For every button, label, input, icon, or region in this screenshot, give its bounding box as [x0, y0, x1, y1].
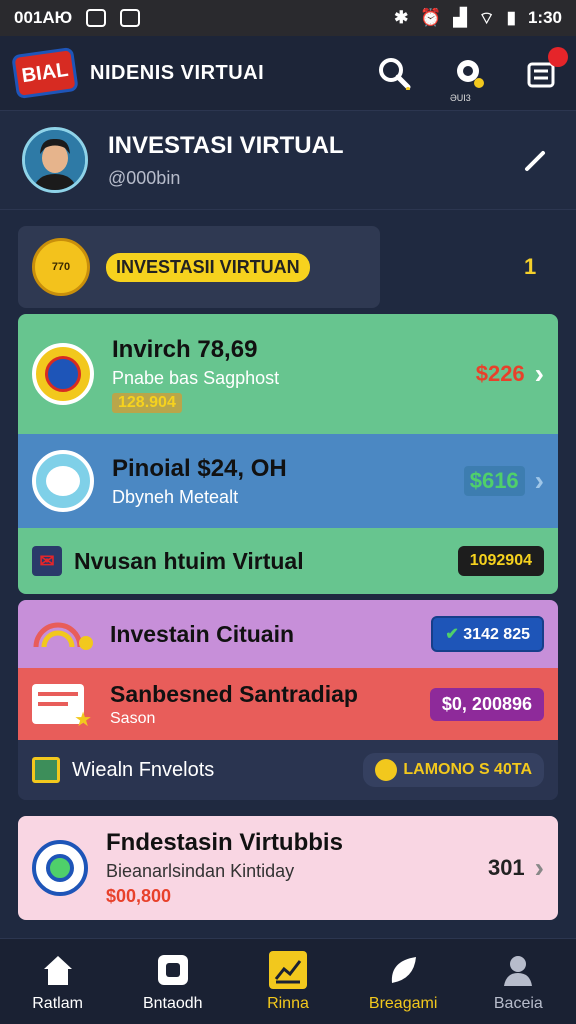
- summary-label: INVESTASII VIRTUAN: [106, 252, 310, 282]
- cast-icon: [120, 9, 141, 27]
- mail-icon: ✉: [32, 546, 62, 576]
- item-pill: LAMONO S 40TA: [363, 753, 544, 787]
- list-item[interactable]: Investain Cituain ✔ 3142 825: [18, 600, 558, 668]
- settings-button[interactable]: ƏUI3: [448, 51, 488, 103]
- nav-item-leaf[interactable]: Breagami: [353, 951, 453, 1013]
- notification-icon: [86, 9, 107, 27]
- summary-panel[interactable]: 770 INVESTASII VIRTUAN: [18, 226, 380, 308]
- coin-bag-icon: [32, 450, 94, 512]
- home-icon: [39, 951, 77, 989]
- list-item[interactable]: ★ Sanbesned Santradiap Sason $0, 200896: [18, 668, 558, 740]
- pencil-icon: [525, 151, 545, 171]
- edit-profile-button[interactable]: [518, 142, 554, 178]
- chevron-right-icon: ›: [534, 852, 544, 883]
- card-value: 301: [487, 855, 525, 880]
- app-logo[interactable]: BIAL: [11, 46, 79, 100]
- gear-icon: [457, 60, 484, 88]
- trend-up-icon: ✔: [445, 626, 459, 643]
- cart-button[interactable]: [522, 47, 568, 95]
- certificate-icon: ★: [32, 684, 92, 731]
- item-subtitle: Pnabe bas Sagphost: [112, 367, 280, 388]
- chart-icon: [268, 950, 307, 989]
- settings-label: ƏUI3: [450, 93, 471, 103]
- item-pill: $0, 200896: [429, 687, 544, 721]
- item-title: Investain Cituain: [110, 620, 295, 647]
- item-value: $226: [475, 361, 525, 386]
- item-value: $616: [463, 466, 525, 496]
- chevron-right-icon: ›: [534, 465, 544, 496]
- status-time: 1:30: [527, 8, 562, 27]
- search-button[interactable]: [374, 51, 414, 95]
- bluetooth-icon: ✱: [394, 8, 409, 27]
- nav-label: Breagami: [368, 994, 438, 1012]
- user-icon: [499, 951, 537, 989]
- item-title: Invirch 78,69: [112, 335, 258, 363]
- nav-label: Baceia: [493, 994, 543, 1012]
- nav-item-profile[interactable]: Baceia: [468, 951, 568, 1013]
- app-bar: BIAL NIDENIS VIRTUAI ƏUI3: [0, 36, 576, 110]
- investment-group-2: Investain Cituain ✔ 3142 825 ★ Sanbesned…: [18, 600, 558, 800]
- investment-group-1: Invirch 78,69 Pnabe bas Sagphost 128.904…: [18, 314, 558, 594]
- ticket-icon: [32, 343, 94, 405]
- nav-label: Ratlam: [32, 994, 83, 1012]
- signal-icon: ▟: [453, 8, 467, 27]
- item-title: Nvusan htuim Virtual: [74, 547, 304, 574]
- profile-handle: @000bin: [108, 167, 181, 188]
- item-pill: ✔ 3142 825: [431, 616, 544, 652]
- list-item[interactable]: Wiealn Fnvelots LAMONO S 40TA: [18, 740, 558, 800]
- bottom-nav: Ratlam Bntaodh Rinna Breagami Baceia: [0, 938, 576, 1024]
- item-subtitle: Sason: [110, 709, 156, 727]
- avatar-image: [25, 130, 85, 190]
- wallet-icon: [154, 951, 192, 989]
- investment-card[interactable]: Fndestasin Virtubbis Bieanarlsindan Kint…: [18, 816, 558, 920]
- portfolio-icon: [32, 757, 60, 783]
- list-item[interactable]: ✉ Nvusan htuim Virtual 1092904: [18, 528, 558, 594]
- item-pill: 1092904: [457, 546, 544, 576]
- chevron-right-icon: ›: [534, 358, 544, 389]
- app-title: NIDENIS VIRTUAI: [90, 61, 265, 84]
- leaf-icon: [384, 951, 422, 989]
- coin-icon: [375, 759, 398, 781]
- avatar[interactable]: [22, 127, 88, 193]
- item-pill-text: LAMONO S 40TA: [403, 761, 532, 778]
- status-left-text: 001AЮ: [14, 8, 73, 27]
- rainbow-icon: [32, 617, 96, 651]
- target-icon: [32, 840, 88, 896]
- nav-label: Rinna: [267, 994, 309, 1012]
- nav-item-wallet[interactable]: Bntaodh: [123, 951, 223, 1013]
- item-subtitle: Dbyneh Metealt: [112, 486, 239, 507]
- card-title: Fndestasin Virtubbis: [106, 829, 343, 856]
- status-bar: 001AЮ ✱ ⏰ ▟ ⌔ ▮ 1:30: [0, 0, 576, 36]
- item-tag: 128.904: [112, 392, 182, 413]
- card-subtitle: Bieanarlsindan Kintiday: [106, 861, 295, 881]
- item-title: Sanbesned Santradiap: [110, 680, 358, 707]
- profile-name: INVESTASI VIRTUAL: [108, 131, 344, 159]
- nav-item-chart[interactable]: Rinna: [238, 950, 338, 1013]
- nav-label: Bntaodh: [142, 994, 203, 1012]
- summary-count: 1: [524, 254, 537, 279]
- profile-header: INVESTASI VIRTUAL @000bin: [0, 110, 576, 210]
- battery-icon: ▮: [506, 8, 516, 27]
- item-title: Pinoial $24, OH: [112, 454, 287, 482]
- wifi-icon: ⌔: [478, 8, 495, 28]
- search-icon: [379, 58, 411, 90]
- alarm-icon: ⏰: [420, 8, 442, 27]
- nav-item-home[interactable]: Ratlam: [8, 951, 108, 1013]
- item-title: Wiealn Fnvelots: [72, 758, 215, 781]
- list-item[interactable]: Pinoial $24, OH Dbyneh Metealt $616 ›: [18, 434, 558, 528]
- list-item[interactable]: Invirch 78,69 Pnabe bas Sagphost 128.904…: [18, 314, 558, 434]
- cart-badge: [548, 47, 568, 67]
- coin-icon: 770: [32, 238, 90, 296]
- item-pill-text: 3142 825: [463, 626, 530, 643]
- card-amount: $00,800: [106, 886, 172, 906]
